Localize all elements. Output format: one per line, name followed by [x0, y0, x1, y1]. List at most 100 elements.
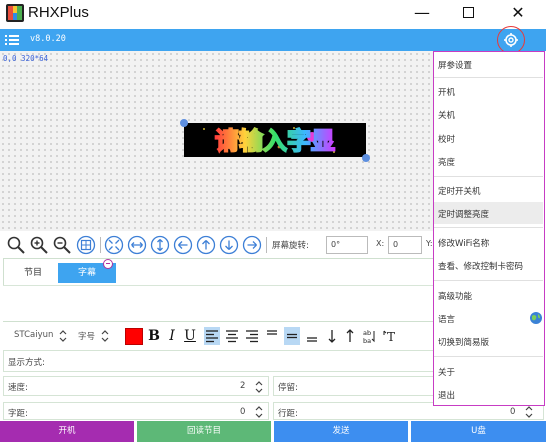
valign-bottom-icon[interactable] — [304, 327, 320, 345]
fit-screen-icon[interactable] — [104, 235, 124, 255]
text-direction-icon[interactable]: T — [382, 327, 398, 345]
canvas-tool-row: 屏幕旋转: 0° X: 0 Y: — [0, 233, 434, 257]
rotation-select[interactable]: 0° — [326, 236, 368, 254]
arrow-right-icon[interactable] — [242, 235, 262, 255]
text-wrap-icon[interactable]: abba — [362, 327, 378, 345]
app-logo-icon — [6, 4, 24, 22]
main-toolbar: v8.0.20 + — [0, 29, 546, 79]
led-preview-canvas[interactable]: 0,0 320*64 请输入字显 — [0, 51, 434, 231]
globe-icon — [530, 312, 542, 324]
align-right-icon[interactable] — [244, 327, 260, 345]
tab-close-icon[interactable] — [103, 259, 113, 269]
menu-divider — [434, 77, 543, 78]
menu-item-card-password[interactable]: 查看、修改控制卡密码 — [438, 260, 523, 272]
menu-item-about[interactable]: 关于 — [438, 366, 455, 378]
size-updown-icon[interactable] — [100, 328, 110, 344]
search-icon[interactable] — [6, 235, 26, 255]
move-up-icon[interactable] — [342, 327, 358, 345]
menu-item-sync-time[interactable]: 校时 — [438, 133, 455, 145]
svg-text:ab: ab — [363, 329, 371, 337]
toolbar-divider — [266, 237, 267, 253]
read-program-button[interactable]: 回读节目 — [137, 421, 271, 442]
menu-item-language[interactable]: 语言 — [438, 313, 455, 325]
menu-item-exit[interactable]: 退出 — [438, 389, 455, 401]
font-family-select[interactable]: STCaiyun — [14, 330, 53, 340]
menu-item-power-on[interactable]: 开机 — [438, 86, 455, 98]
italic-button[interactable]: I — [164, 327, 180, 345]
align-left-icon[interactable] — [204, 327, 220, 345]
arrow-down-icon[interactable] — [219, 235, 239, 255]
menu-divider — [434, 280, 543, 281]
send-button[interactable]: 发送 — [274, 421, 408, 442]
version-label: v8.0.20 — [30, 34, 66, 44]
center-horizontal-icon[interactable] — [127, 235, 147, 255]
x-label: X: — [376, 239, 385, 248]
valign-top-icon[interactable] — [264, 327, 280, 345]
line-spacing-stepper-icon[interactable] — [524, 404, 534, 420]
align-center-icon[interactable] — [224, 327, 240, 345]
spacing-value: 0 — [240, 407, 246, 417]
title-bar: RHXPlus — ✕ — [0, 0, 546, 28]
x-value: 0 — [393, 240, 399, 249]
led-text-box[interactable]: 请输入字显 — [184, 123, 366, 157]
font-updown-icon[interactable] — [58, 328, 68, 344]
menu-item-simple-mode[interactable]: 切换到简易版 — [438, 336, 489, 348]
stay-row[interactable]: 停留: — [273, 376, 434, 396]
resize-handle-top-left[interactable] — [180, 119, 188, 127]
grid-icon[interactable] — [76, 235, 96, 255]
gear-icon[interactable] — [503, 32, 519, 48]
menu-divider — [434, 356, 543, 357]
app-title: RHXPlus — [28, 4, 89, 21]
center-vertical-icon[interactable] — [150, 235, 170, 255]
text-format-toolbar: STCaiyun 字号 B I U ab ba T — [0, 324, 434, 348]
spacing-stepper-icon[interactable] — [254, 404, 264, 420]
bold-button[interactable]: B — [146, 327, 162, 345]
tab-program[interactable]: 节目 — [8, 263, 58, 283]
arrow-up-icon[interactable] — [196, 235, 216, 255]
svg-text:T: T — [387, 330, 395, 344]
menu-item-timed-brightness[interactable]: 定时调整亮度 — [438, 208, 489, 220]
minimize-button[interactable]: — — [404, 2, 440, 24]
display-mode-label: 显示方式: — [8, 358, 45, 368]
spacing-row[interactable]: 字距: 0 — [3, 402, 269, 420]
canvas-coordinate-label: 0,0 320*64 — [3, 54, 49, 63]
subtitle-text-input[interactable] — [3, 285, 434, 321]
power-on-button[interactable]: 开机 — [0, 421, 134, 442]
menu-item-brightness[interactable]: 亮度 — [438, 156, 455, 168]
menu-item-screen-params[interactable]: 屏参设置 — [438, 59, 472, 71]
menu-divider — [434, 227, 543, 228]
svg-text:ba: ba — [363, 337, 371, 345]
valign-middle-icon[interactable] — [284, 327, 300, 345]
usb-button[interactable]: U盘 — [411, 421, 546, 442]
led-display-text: 请输入字显 — [215, 127, 335, 155]
y-label: Y: — [426, 239, 433, 248]
rotation-label: 屏幕旋转: — [272, 241, 309, 251]
speed-value: 2 — [240, 381, 246, 391]
toolbar-divider — [100, 237, 101, 253]
menu-item-wifi-name[interactable]: 修改WiFi名称 — [438, 237, 489, 249]
underline-button[interactable]: U — [182, 327, 198, 345]
zoom-out-icon[interactable] — [52, 235, 72, 255]
move-down-icon[interactable] — [324, 327, 340, 345]
line-spacing-label: 行距: — [278, 409, 298, 419]
text-color-swatch[interactable] — [125, 328, 143, 345]
arrow-left-icon[interactable] — [173, 235, 193, 255]
menu-icon[interactable] — [5, 34, 19, 46]
speed-stepper-icon[interactable] — [254, 379, 264, 395]
speed-row[interactable]: 速度: 2 — [3, 376, 269, 396]
display-mode-row[interactable]: 显示方式: — [3, 350, 434, 372]
font-size-label: 字号 — [78, 332, 96, 342]
x-input[interactable]: 0 — [388, 236, 422, 254]
line-spacing-value: 0 — [510, 407, 516, 417]
settings-dropdown-menu: 屏参设置 开机 关机 校时 亮度 定时开关机 定时调整亮度 修改WiFi名称 查… — [433, 51, 545, 406]
rotation-value: 0° — [331, 240, 341, 249]
resize-handle-bottom-right[interactable] — [362, 154, 370, 162]
menu-item-power-off[interactable]: 关机 — [438, 109, 455, 121]
stay-label: 停留: — [278, 383, 298, 393]
maximize-button[interactable] — [450, 2, 486, 24]
menu-item-timed-power[interactable]: 定时开关机 — [438, 185, 481, 197]
zoom-in-icon[interactable] — [29, 235, 49, 255]
close-button[interactable]: ✕ — [500, 2, 536, 24]
menu-divider — [434, 176, 543, 177]
menu-item-advanced[interactable]: 高级功能 — [438, 290, 472, 302]
